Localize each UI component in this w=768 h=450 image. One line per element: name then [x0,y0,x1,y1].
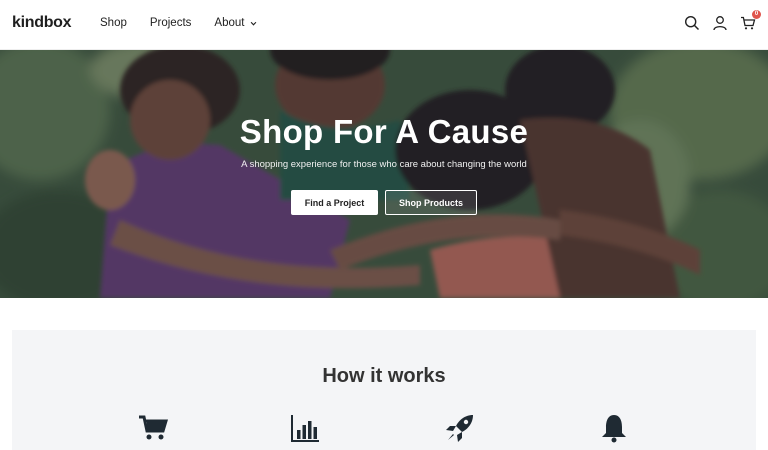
nav-about-label: About [214,17,245,29]
hero-banner: Shop For A Cause A shopping experience f… [0,50,768,298]
find-project-button[interactable]: Find a Project [291,190,378,215]
nav-projects[interactable]: Projects [150,17,192,29]
site-header: kindbox Shop Projects About 0 [0,0,768,50]
nav-projects-label: Projects [149,17,192,29]
hero-overlay [0,50,768,298]
header-actions: 0 [684,10,761,31]
shop-products-button[interactable]: Shop Products [385,190,477,215]
nav-shop[interactable]: Shop [100,17,127,29]
section-title: How it works [322,365,446,387]
hero-subtitle: A shopping experience for those who care… [241,159,527,170]
how-it-works-section: How it works [12,330,756,450]
shopping-cart-icon [139,415,168,440]
hero-title: Shop For A Cause [239,113,529,150]
main-nav: Shop Projects About [100,17,280,29]
rocket-icon [446,415,473,442]
nav-about[interactable]: About [214,17,257,29]
bar-chart-icon [291,415,319,442]
bell-icon [602,415,626,443]
nav-shop-label: Shop [100,17,127,29]
cart-count-badge: 0 [752,10,761,19]
chevron-down-icon [251,21,257,26]
search-icon[interactable] [684,15,700,31]
user-icon[interactable] [712,15,728,31]
logo[interactable]: kindbox [12,14,72,32]
cart-icon[interactable]: 0 [740,10,761,31]
